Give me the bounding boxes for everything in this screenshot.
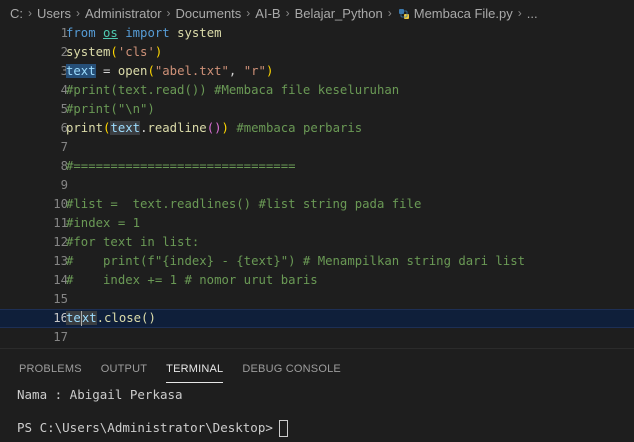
line-number: 1 — [60, 26, 68, 40]
breadcrumb-file[interactable]: Membaca File.py — [414, 6, 513, 21]
chevron-right-icon: › — [517, 6, 522, 20]
code-line-1[interactable]: 1 from os import system — [0, 24, 634, 43]
chevron-right-icon: › — [387, 6, 392, 20]
line-number: 11 — [53, 216, 68, 230]
code-text: text.close() — [66, 311, 156, 326]
code-comment: #for text in list: — [66, 235, 200, 249]
code-comment: #list = text.readlines() #list string pa… — [66, 197, 422, 211]
line-number: 8 — [60, 159, 68, 173]
panel-tabs: PROBLEMS OUTPUT TERMINAL DEBUG CONSOLE — [0, 359, 341, 385]
breadcrumb-item-administrator[interactable]: Administrator — [85, 6, 162, 21]
chevron-right-icon: › — [246, 6, 251, 20]
tab-terminal[interactable]: TERMINAL — [166, 359, 224, 383]
line-number: 4 — [60, 83, 68, 97]
terminal-output-line: Nama : Abigail Perkasa — [17, 387, 183, 402]
code-line-11[interactable]: 11 #index = 1 — [0, 214, 634, 233]
code-line-3[interactable]: 3 text = open("abel.txt", "r") — [0, 62, 634, 81]
code-editor[interactable]: 1 from os import system 2 system('cls') … — [0, 24, 634, 348]
breadcrumb-item-users[interactable]: Users — [37, 6, 71, 21]
code-line-4[interactable]: 4 #print(text.read()) #Membaca file kese… — [0, 81, 634, 100]
line-number: 13 — [53, 254, 68, 268]
line-number: 15 — [53, 292, 68, 306]
breadcrumb-item-ai-b[interactable]: AI-B — [255, 6, 280, 21]
line-number: 7 — [60, 140, 68, 154]
line-number: 12 — [53, 235, 68, 249]
code-comment: # index += 1 # nomor urut baris — [66, 273, 318, 287]
line-number: 16 — [53, 311, 68, 325]
breadcrumb-item-drive[interactable]: C: — [10, 6, 23, 21]
code-line-7[interactable]: 7 — [0, 138, 634, 157]
breadcrumb: C: › Users › Administrator › Documents ›… — [0, 0, 634, 26]
code-comment: # print(f"{index} - {text}") # Menampilk… — [66, 254, 526, 268]
code-comment: #index = 1 — [66, 216, 141, 230]
code-text: from os import system — [66, 26, 222, 40]
code-line-14[interactable]: 14 # index += 1 # nomor urut baris — [0, 271, 634, 290]
tab-debug-console[interactable]: DEBUG CONSOLE — [242, 359, 341, 383]
line-number: 17 — [53, 330, 68, 344]
code-comment: #print(text.read()) #Membaca file keselu… — [66, 83, 400, 97]
code-comment: #============================== — [66, 159, 296, 173]
chevron-right-icon: › — [285, 6, 290, 20]
bottom-panel: PROBLEMS OUTPUT TERMINAL DEBUG CONSOLE N… — [0, 348, 634, 442]
code-comment: #print("\n") — [66, 102, 155, 116]
chevron-right-icon: › — [166, 6, 171, 20]
code-line-9[interactable]: 9 — [0, 176, 634, 195]
code-text: system('cls') — [66, 45, 163, 59]
line-number: 6 — [60, 121, 68, 135]
code-line-15[interactable]: 15 — [0, 290, 634, 309]
code-line-2[interactable]: 2 system('cls') — [0, 43, 634, 62]
chevron-right-icon: › — [28, 6, 32, 20]
code-line-13[interactable]: 13 # print(f"{index} - {text}") # Menamp… — [0, 252, 634, 271]
code-line-10[interactable]: 10 #list = text.readlines() #list string… — [0, 195, 634, 214]
code-line-6[interactable]: 6 print(text.readline()) #membaca perbar… — [0, 119, 634, 138]
line-number: 10 — [53, 197, 68, 211]
code-text: print(text.readline()) #membaca perbaris — [66, 121, 363, 135]
breadcrumb-trail[interactable]: ... — [527, 6, 538, 21]
chevron-right-icon: › — [75, 6, 80, 20]
code-line-8[interactable]: 8 #============================== — [0, 157, 634, 176]
line-number: 3 — [60, 64, 68, 78]
code-text: text = open("abel.txt", "r") — [66, 64, 274, 78]
terminal-cursor — [278, 420, 288, 437]
breadcrumb-item-documents[interactable]: Documents — [176, 6, 242, 21]
line-number: 2 — [60, 45, 68, 59]
terminal-prompt-line[interactable]: PS C:\Users\Administrator\Desktop> — [17, 420, 288, 437]
code-line-12[interactable]: 12 #for text in list: — [0, 233, 634, 252]
line-number: 9 — [60, 178, 68, 192]
line-number: 5 — [60, 102, 68, 116]
code-line-5[interactable]: 5 #print("\n") — [0, 100, 634, 119]
breadcrumb-item-belajar-python[interactable]: Belajar_Python — [295, 6, 383, 21]
tab-problems[interactable]: PROBLEMS — [19, 359, 82, 383]
code-line-16-current[interactable]: 16 text.close() — [0, 309, 634, 328]
tab-output[interactable]: OUTPUT — [101, 359, 147, 383]
terminal-prompt: PS C:\Users\Administrator\Desktop> — [17, 420, 273, 435]
code-line-17[interactable]: 17 — [0, 328, 634, 347]
line-number: 14 — [53, 273, 68, 287]
python-file-icon — [398, 9, 409, 19]
